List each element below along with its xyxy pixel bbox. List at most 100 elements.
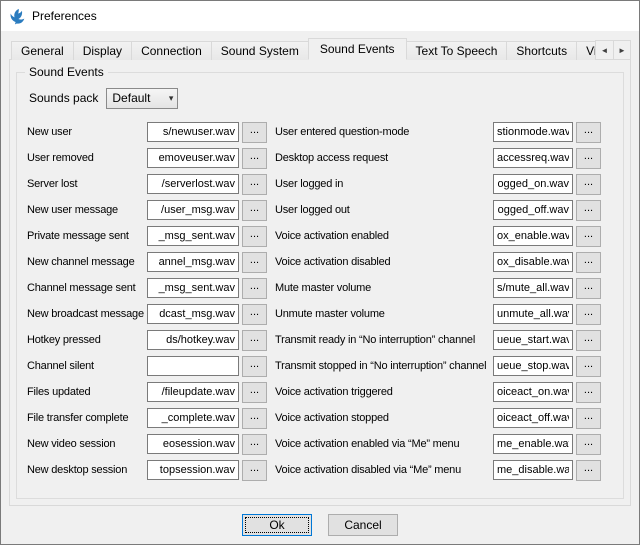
browse-button[interactable]: ... — [576, 408, 601, 429]
browse-button[interactable]: ... — [242, 330, 267, 351]
sound-file-input[interactable] — [147, 330, 239, 350]
sound-event-row: File transfer complete... — [27, 405, 267, 431]
sound-event-row: Files updated... — [27, 379, 267, 405]
browse-button[interactable]: ... — [576, 278, 601, 299]
tab-display[interactable]: Display — [73, 41, 132, 60]
sound-file-input[interactable] — [147, 278, 239, 298]
sound-file-input[interactable] — [493, 408, 573, 428]
sound-file-input[interactable] — [493, 122, 573, 142]
browse-button[interactable]: ... — [242, 382, 267, 403]
sound-file-input[interactable] — [147, 200, 239, 220]
browse-button[interactable]: ... — [242, 460, 267, 481]
browse-button[interactable]: ... — [242, 356, 267, 377]
tab-scroll-left-button[interactable]: ◄ — [596, 41, 613, 59]
browse-button[interactable]: ... — [576, 330, 601, 351]
sound-file-input[interactable] — [147, 382, 239, 402]
sound-event-row: User logged in... — [275, 171, 617, 197]
window-title: Preferences — [32, 9, 97, 23]
browse-button[interactable]: ... — [242, 278, 267, 299]
browse-button[interactable]: ... — [576, 122, 601, 143]
sound-file-input[interactable] — [493, 460, 573, 480]
sound-file-input[interactable] — [147, 460, 239, 480]
sound-event-row: Server lost... — [27, 171, 267, 197]
groupbox-legend: Sound Events — [25, 65, 108, 79]
sound-event-label: Voice activation enabled via “Me” menu — [275, 438, 493, 450]
sound-event-row: Voice activation enabled via “Me” menu..… — [275, 431, 617, 457]
browse-button[interactable]: ... — [576, 382, 601, 403]
sound-event-label: New user — [27, 126, 147, 138]
sound-file-input[interactable] — [493, 278, 573, 298]
sound-file-input[interactable] — [493, 226, 573, 246]
browse-button[interactable]: ... — [242, 174, 267, 195]
sound-file-input[interactable] — [493, 174, 573, 194]
sound-file-input[interactable] — [147, 434, 239, 454]
browse-button[interactable]: ... — [242, 226, 267, 247]
tab-connection[interactable]: Connection — [131, 41, 212, 60]
sound-file-input[interactable] — [147, 356, 239, 376]
sound-event-label: Voice activation disabled — [275, 256, 493, 268]
browse-button[interactable]: ... — [576, 226, 601, 247]
browse-button[interactable]: ... — [242, 252, 267, 273]
sound-event-row: Transmit stopped in “No interruption” ch… — [275, 353, 617, 379]
sound-event-row: New user message... — [27, 197, 267, 223]
sound-event-row: User removed... — [27, 145, 267, 171]
sound-file-input[interactable] — [493, 382, 573, 402]
tab-text-to-speech[interactable]: Text To Speech — [406, 41, 508, 60]
browse-button[interactable]: ... — [576, 148, 601, 169]
browse-button[interactable]: ... — [242, 200, 267, 221]
tab-sound-system[interactable]: Sound System — [211, 41, 309, 60]
browse-button[interactable]: ... — [242, 408, 267, 429]
browse-button[interactable]: ... — [242, 434, 267, 455]
sound-event-label: File transfer complete — [27, 412, 147, 424]
sounds-pack-row: Sounds pack Default ▾ — [29, 87, 617, 109]
sound-file-input[interactable] — [147, 252, 239, 272]
sound-file-input[interactable] — [493, 252, 573, 272]
sound-event-label: New user message — [27, 204, 147, 216]
browse-button[interactable]: ... — [576, 460, 601, 481]
tab-shortcuts[interactable]: Shortcuts — [506, 41, 577, 60]
cancel-button[interactable]: Cancel — [328, 514, 398, 536]
browse-button[interactable]: ... — [576, 356, 601, 377]
title-bar[interactable]: Preferences — [1, 1, 639, 31]
browse-button[interactable]: ... — [576, 200, 601, 221]
sound-file-input[interactable] — [147, 174, 239, 194]
sound-file-input[interactable] — [493, 200, 573, 220]
sound-event-label: Desktop access request — [275, 152, 493, 164]
sound-event-row: New broadcast message... — [27, 301, 267, 327]
sound-file-input[interactable] — [493, 356, 573, 376]
sound-event-row: Voice activation disabled... — [275, 249, 617, 275]
sounds-pack-select[interactable]: Default ▾ — [106, 88, 178, 109]
tab-general[interactable]: General — [11, 41, 74, 60]
sound-file-input[interactable] — [493, 330, 573, 350]
browse-button[interactable]: ... — [576, 252, 601, 273]
sound-file-input[interactable] — [493, 304, 573, 324]
tab-sound-events[interactable]: Sound Events — [308, 38, 407, 60]
sound-event-label: New video session — [27, 438, 147, 450]
sound-file-input[interactable] — [147, 408, 239, 428]
browse-button[interactable]: ... — [242, 304, 267, 325]
sound-event-label: Channel message sent — [27, 282, 147, 294]
browse-button[interactable]: ... — [576, 304, 601, 325]
ok-button[interactable]: Ok — [242, 514, 312, 536]
sound-file-input[interactable] — [493, 434, 573, 454]
sound-event-label: Files updated — [27, 386, 147, 398]
sound-event-row: User entered question-mode... — [275, 119, 617, 145]
sound-event-label: User logged out — [275, 204, 493, 216]
sound-event-row: Hotkey pressed... — [27, 327, 267, 353]
browse-button[interactable]: ... — [576, 174, 601, 195]
sound-file-input[interactable] — [147, 122, 239, 142]
sound-events-pane: Sound Events Sounds pack Default ▾ New u… — [9, 59, 631, 506]
sound-event-label: Mute master volume — [275, 282, 493, 294]
tab-scroll-control: ◄ ► — [595, 40, 631, 60]
sound-file-input[interactable] — [493, 148, 573, 168]
sounds-pack-value: Default — [107, 91, 150, 105]
sound-event-label: Unmute master volume — [275, 308, 493, 320]
sound-file-input[interactable] — [147, 226, 239, 246]
sound-file-input[interactable] — [147, 148, 239, 168]
tab-scroll-right-button[interactable]: ► — [613, 41, 630, 59]
sound-file-input[interactable] — [147, 304, 239, 324]
browse-button[interactable]: ... — [242, 122, 267, 143]
browse-button[interactable]: ... — [242, 148, 267, 169]
browse-button[interactable]: ... — [576, 434, 601, 455]
sound-event-row: New desktop session... — [27, 457, 267, 483]
